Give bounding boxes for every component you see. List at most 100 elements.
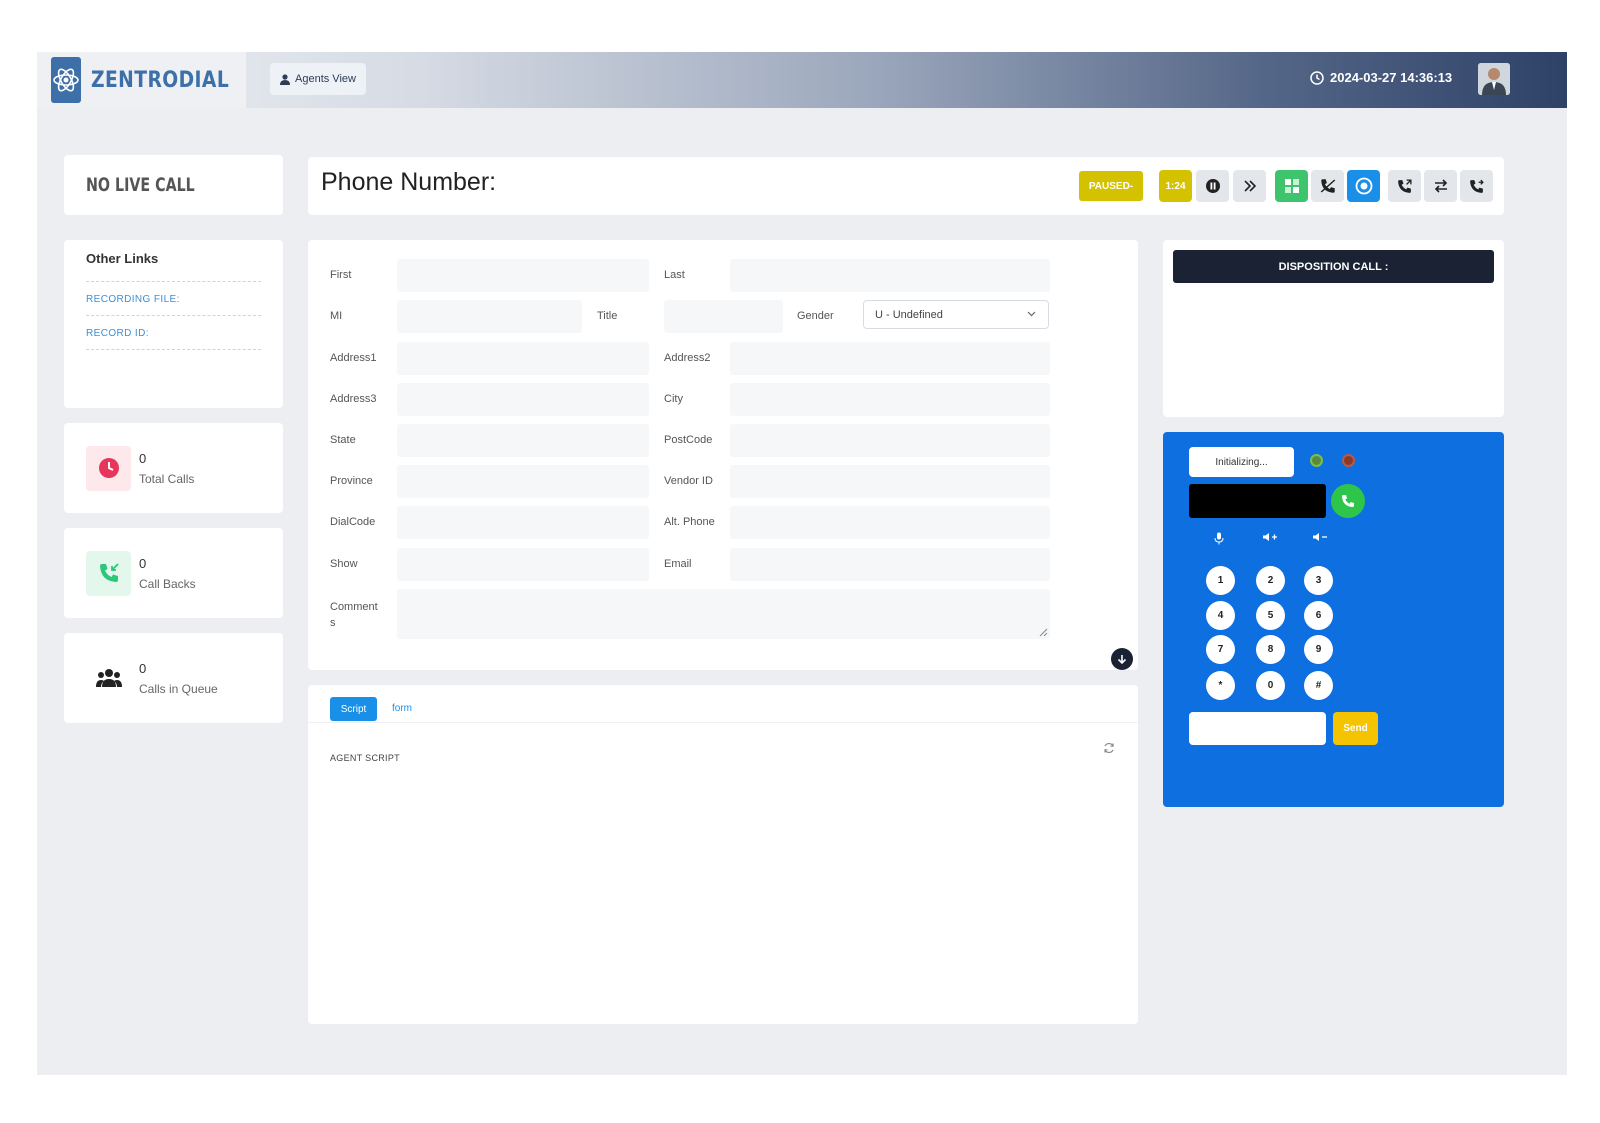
- gender-label: Gender: [797, 310, 834, 322]
- stat-total-calls: 0 Total Calls: [64, 423, 283, 513]
- postcode-label: PostCode: [664, 434, 713, 446]
- address3-input[interactable]: [397, 383, 649, 416]
- mi-label: MI: [330, 310, 343, 322]
- province-label: Province: [330, 475, 373, 487]
- user-icon: [280, 73, 290, 85]
- tab-form[interactable]: form: [392, 703, 412, 714]
- mi-input[interactable]: [397, 300, 582, 333]
- record-button[interactable]: [1347, 170, 1380, 202]
- missed-call-button[interactable]: [1311, 170, 1344, 202]
- microphone-icon[interactable]: [1214, 532, 1224, 548]
- last-label: Last: [664, 269, 685, 281]
- phone-number-title: Phone Number:: [321, 168, 497, 196]
- incoming-call-icon: [86, 550, 131, 596]
- dialpad-key-6[interactable]: 6: [1304, 601, 1333, 630]
- softphone-dialer: Initializing... 1 2 3 4 5 6 7 8 9 * 0 # …: [1163, 432, 1504, 807]
- brand: ZENTRODIAL: [37, 52, 246, 108]
- address2-input[interactable]: [730, 342, 1050, 375]
- skip-button[interactable]: [1233, 170, 1266, 202]
- dialpad-key-2[interactable]: 2: [1256, 566, 1285, 595]
- pause-button[interactable]: [1196, 170, 1229, 202]
- app-frame: ZENTRODIAL Agents View 2024-03-27 14:36:…: [37, 52, 1567, 1075]
- email-input[interactable]: [730, 548, 1050, 581]
- dialpad-key-8[interactable]: 8: [1256, 635, 1285, 664]
- lead-form: First Last MI Title Gender U - Undefined…: [308, 240, 1138, 670]
- send-button[interactable]: Send: [1333, 712, 1378, 745]
- disposition-call-button[interactable]: DISPOSITION CALL :: [1173, 250, 1494, 283]
- status-badge: PAUSED-: [1079, 171, 1143, 201]
- address1-input[interactable]: [397, 342, 649, 375]
- calls-in-queue-value: 0: [139, 660, 147, 676]
- total-calls-label: Total Calls: [139, 471, 195, 486]
- vendor-id-label: Vendor ID: [664, 475, 713, 487]
- state-label: State: [330, 434, 356, 446]
- dialcode-label: DialCode: [330, 516, 376, 528]
- province-input[interactable]: [397, 465, 649, 498]
- outgoing-call-button[interactable]: [1388, 170, 1421, 202]
- resize-handle-icon: [1039, 628, 1048, 637]
- agent-script-heading: AGENT SCRIPT: [330, 753, 400, 763]
- total-calls-value: 0: [139, 450, 147, 466]
- address3-label: Address3: [330, 393, 377, 405]
- dtmf-input[interactable]: [1189, 712, 1326, 745]
- outgoing-call-icon: [1398, 178, 1412, 193]
- dialpad-key-4[interactable]: 4: [1206, 601, 1235, 630]
- pause-icon: [1205, 179, 1220, 193]
- tab-divider: [308, 722, 1138, 723]
- dial-display[interactable]: [1189, 484, 1326, 518]
- volume-down-icon[interactable]: [1312, 532, 1328, 545]
- city-input[interactable]: [730, 383, 1050, 416]
- transfer-button[interactable]: [1424, 170, 1457, 202]
- phone-forward-icon: [1470, 179, 1484, 193]
- dialpad-key-star[interactable]: *: [1206, 671, 1235, 700]
- dialpad-key-0[interactable]: 0: [1256, 671, 1285, 700]
- title-input[interactable]: [664, 300, 783, 333]
- dialpad-key-1[interactable]: 1: [1206, 566, 1235, 595]
- alt-phone-label: Alt. Phone: [664, 516, 715, 528]
- dialcode-input[interactable]: [397, 506, 649, 539]
- dialpad-key-5[interactable]: 5: [1256, 601, 1285, 630]
- show-input[interactable]: [397, 548, 649, 581]
- clock-icon: [1310, 70, 1324, 85]
- gender-value: U - Undefined: [875, 308, 943, 321]
- top-header: ZENTRODIAL Agents View 2024-03-27 14:36:…: [37, 52, 1567, 108]
- avatar[interactable]: [1478, 63, 1510, 95]
- call-backs-value: 0: [139, 555, 147, 571]
- dashboard-button[interactable]: [1275, 170, 1308, 202]
- logo-icon: [51, 57, 81, 103]
- comments-textarea[interactable]: [397, 589, 1050, 639]
- city-label: City: [664, 393, 683, 405]
- refresh-icon[interactable]: [1103, 741, 1115, 759]
- tab-script[interactable]: Script: [330, 697, 377, 721]
- dial-call-button[interactable]: [1331, 484, 1365, 518]
- dialpad-key-7[interactable]: 7: [1206, 635, 1235, 664]
- comments-label: Comment s: [330, 601, 378, 629]
- state-input[interactable]: [397, 424, 649, 457]
- last-name-input[interactable]: [730, 259, 1050, 292]
- call-forward-button[interactable]: [1460, 170, 1493, 202]
- dialpad-key-9[interactable]: 9: [1304, 635, 1333, 664]
- dialpad-key-hash[interactable]: #: [1304, 671, 1333, 700]
- show-label: Show: [330, 558, 358, 570]
- dialpad-key-3[interactable]: 3: [1304, 566, 1333, 595]
- transfer-icon: [1434, 179, 1447, 193]
- status-green-icon: [1310, 454, 1323, 467]
- agents-view-button[interactable]: Agents View: [270, 63, 366, 95]
- chevron-down-icon: [1027, 311, 1036, 317]
- clock: 2024-03-27 14:36:13: [1310, 70, 1452, 85]
- vendor-id-input[interactable]: [730, 465, 1050, 498]
- recording-file-link[interactable]: RECORDING FILE:: [86, 281, 261, 315]
- first-name-input[interactable]: [397, 259, 649, 292]
- agents-view-label: Agents View: [295, 73, 356, 85]
- address2-label: Address2: [664, 352, 711, 364]
- gender-select[interactable]: U - Undefined: [863, 300, 1049, 329]
- phone-icon: [1342, 495, 1354, 507]
- volume-up-icon[interactable]: [1262, 532, 1278, 545]
- brand-name: ZENTRODIAL: [91, 67, 230, 93]
- no-live-call-label: NO LIVE CALL: [86, 174, 195, 196]
- scroll-down-button[interactable]: [1111, 648, 1133, 670]
- record-id-link[interactable]: RECORD ID:: [86, 315, 261, 350]
- datetime: 2024-03-27 14:36:13: [1330, 70, 1453, 85]
- postcode-input[interactable]: [730, 424, 1050, 457]
- alt-phone-input[interactable]: [730, 506, 1050, 539]
